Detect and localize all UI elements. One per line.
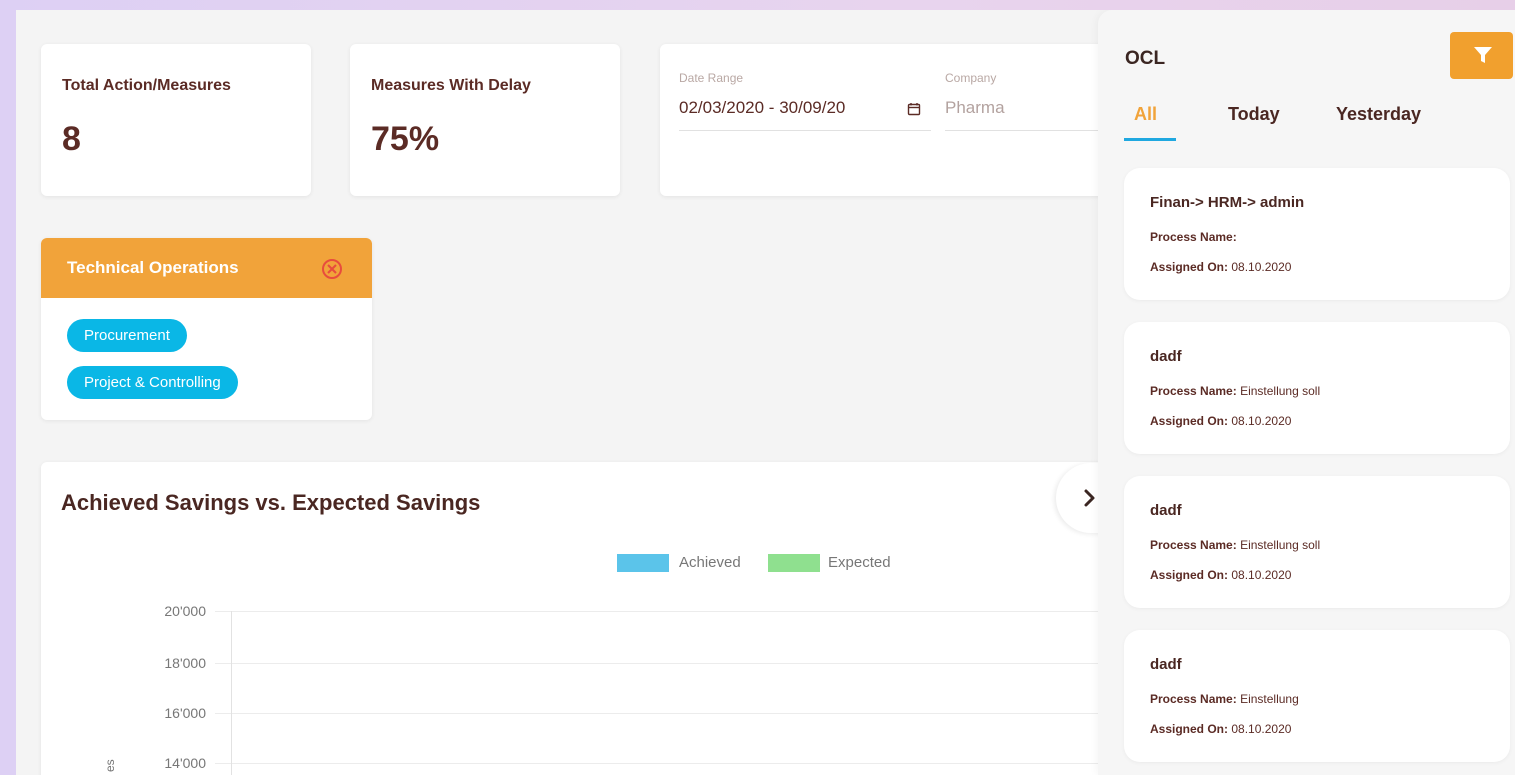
process-label: Process Name: xyxy=(1150,538,1237,552)
savings-chart-card: Achieved Savings vs. Expected Savings Ac… xyxy=(41,462,1116,775)
process-label: Process Name: xyxy=(1150,384,1237,398)
category-title: Technical Operations xyxy=(67,258,239,277)
task-card[interactable]: Finan-> HRM-> admin Process Name: Assign… xyxy=(1124,168,1510,300)
category-header: Technical Operations xyxy=(41,238,372,298)
company-underline xyxy=(945,130,1115,131)
filter-card: Date Range 02/03/2020 - 30/09/20 Company… xyxy=(660,44,1130,196)
assigned-label: Assigned On: xyxy=(1150,260,1229,274)
close-circle-icon[interactable] xyxy=(321,258,343,280)
assigned-label: Assigned On: xyxy=(1150,722,1229,736)
task-process: Process Name: Einstellung soll xyxy=(1150,384,1320,398)
assigned-label: Assigned On: xyxy=(1150,568,1229,582)
task-title: dadf xyxy=(1150,502,1182,519)
task-card[interactable]: dadf Process Name: Einstellung soll Assi… xyxy=(1124,322,1510,454)
gridline xyxy=(215,713,1115,714)
company-label: Company xyxy=(945,71,997,85)
active-tab-indicator xyxy=(1124,138,1176,141)
task-process: Process Name: Einstellung soll xyxy=(1150,538,1320,552)
calendar-icon xyxy=(907,103,921,116)
gridline xyxy=(215,763,1115,764)
task-process: Process Name: xyxy=(1150,230,1237,244)
process-label: Process Name: xyxy=(1150,230,1237,244)
panel-title: OCL xyxy=(1125,48,1166,69)
dashboard: Total Action/Measures 8 Measures With De… xyxy=(16,10,1515,775)
stat-title: Total Action/Measures xyxy=(62,77,231,94)
company-select[interactable]: Pharma xyxy=(945,94,1115,128)
tag-procurement[interactable]: Procurement xyxy=(67,319,187,352)
stat-card-measures-delay: Measures With Delay 75% xyxy=(350,44,620,196)
filter-icon xyxy=(1474,47,1492,63)
task-card[interactable]: dadf Process Name: Einstellung Assigned … xyxy=(1124,630,1510,762)
legend-swatch-expected[interactable] xyxy=(768,554,820,572)
date-range-value: 02/03/2020 - 30/09/20 xyxy=(679,98,846,117)
task-process: Process Name: Einstellung xyxy=(1150,692,1299,706)
date-range-label: Date Range xyxy=(679,71,744,85)
gridline xyxy=(215,611,1115,612)
gridline xyxy=(215,663,1115,664)
company-value: Pharma xyxy=(945,98,1005,117)
assigned-value: 08.10.2020 xyxy=(1231,722,1292,736)
assigned-value: 08.10.2020 xyxy=(1231,260,1292,274)
ocl-panel: OCL All Today Yesterday Finan-> HRM-> ad… xyxy=(1098,10,1515,775)
date-range-field[interactable]: 02/03/2020 - 30/09/20 xyxy=(679,94,931,128)
y-tick-label: 18'000 xyxy=(164,655,206,671)
task-title: Finan-> HRM-> admin xyxy=(1150,194,1305,211)
stat-title: Measures With Delay xyxy=(371,77,531,94)
y-tick-label: 14'000 xyxy=(164,755,206,771)
tab-all[interactable]: All xyxy=(1134,104,1157,125)
y-axis-line xyxy=(231,611,232,775)
category-card: Technical Operations Procurement Project… xyxy=(41,238,372,420)
task-assigned: Assigned On: 08.10.2020 xyxy=(1150,414,1291,428)
task-assigned: Assigned On: 08.10.2020 xyxy=(1150,722,1291,736)
filter-button[interactable] xyxy=(1450,32,1513,79)
stat-value: 8 xyxy=(62,120,81,158)
process-value: Einstellung xyxy=(1240,692,1299,706)
chevron-right-icon xyxy=(1084,489,1095,507)
assigned-label: Assigned On: xyxy=(1150,414,1229,428)
stat-value: 75% xyxy=(371,120,440,158)
stat-card-total-measures: Total Action/Measures 8 xyxy=(41,44,311,196)
tab-today[interactable]: Today xyxy=(1228,104,1280,125)
process-value: Einstellung soll xyxy=(1240,384,1321,398)
task-assigned: Assigned On: 08.10.2020 xyxy=(1150,260,1291,274)
process-value: Einstellung soll xyxy=(1240,538,1321,552)
legend-swatch-achieved[interactable] xyxy=(617,554,669,572)
tab-yesterday[interactable]: Yesterday xyxy=(1336,104,1421,125)
chart-title: Achieved Savings vs. Expected Savings xyxy=(61,490,481,515)
tag-project-controlling[interactable]: Project & Controlling xyxy=(67,366,238,399)
y-tick-label: 20'000 xyxy=(164,603,206,619)
y-axis-label: es xyxy=(103,759,117,772)
y-tick-label: 16'000 xyxy=(164,705,206,721)
date-range-underline xyxy=(679,130,931,131)
assigned-value: 08.10.2020 xyxy=(1231,414,1292,428)
assigned-value: 08.10.2020 xyxy=(1231,568,1292,582)
task-assigned: Assigned On: 08.10.2020 xyxy=(1150,568,1291,582)
task-title: dadf xyxy=(1150,656,1182,673)
process-label: Process Name: xyxy=(1150,692,1237,706)
task-card[interactable]: dadf Process Name: Einstellung soll Assi… xyxy=(1124,476,1510,608)
legend-label-achieved: Achieved xyxy=(679,554,741,571)
legend-label-expected: Expected xyxy=(828,554,891,571)
task-title: dadf xyxy=(1150,348,1182,365)
